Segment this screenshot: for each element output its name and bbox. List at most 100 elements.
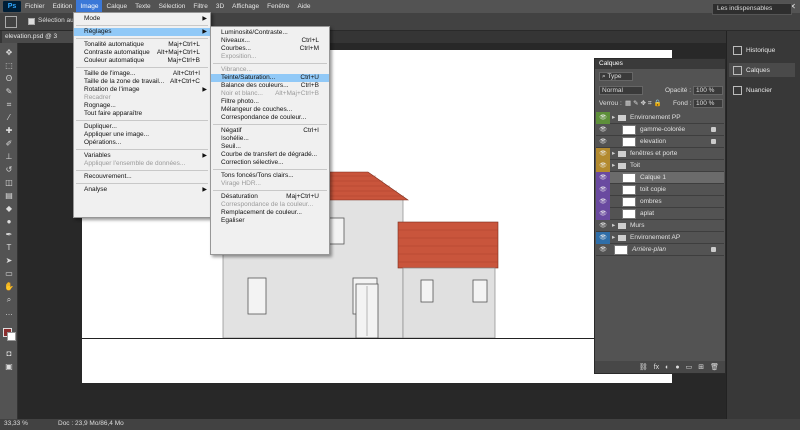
visibility-eye-icon[interactable]: 👁 bbox=[596, 136, 610, 148]
group-toggle-icon[interactable]: ▸ bbox=[612, 220, 615, 232]
image-menu-item-recouvrement[interactable]: Recouvrement... bbox=[74, 173, 210, 181]
image-menu-item-contraste-automatique[interactable]: Contraste automatique Alt+Maj+Ctrl+L bbox=[74, 49, 210, 57]
crop-tool-icon[interactable]: ⌗ bbox=[3, 99, 15, 110]
visibility-eye-icon[interactable]: 👁 bbox=[596, 184, 610, 196]
image-menu-item-operations[interactable]: Opérations... bbox=[74, 139, 210, 147]
more-tools-icon[interactable]: … bbox=[3, 307, 15, 318]
move-tool-icon[interactable]: ✥ bbox=[3, 47, 15, 58]
layer-row[interactable]: 👁 ombres bbox=[596, 196, 724, 208]
adjustments-item-teinte-saturation[interactable]: Teinte/Saturation... Ctrl+U bbox=[211, 74, 329, 82]
lock-icons[interactable]: ▦✎✥⌗🔒 bbox=[625, 99, 664, 108]
adjustments-item-vibrance[interactable]: Vibrance... bbox=[211, 66, 329, 74]
adjustments-item-courbe-de-transfert-de-degrade[interactable]: Courbe de transfert de dégradé... bbox=[211, 151, 329, 159]
adjustments-item-luminosite-contraste[interactable]: Luminosité/Contraste... bbox=[211, 29, 329, 37]
zoom-level[interactable]: 33,33 % bbox=[4, 420, 28, 427]
image-menu-item-appliquer-une-image[interactable]: Appliquer une image... bbox=[74, 131, 210, 139]
pen-tool-icon[interactable]: ✒ bbox=[3, 229, 15, 240]
adjustments-item-tons-fonces-tons-clairs[interactable]: Tons foncés/Tons clairs... bbox=[211, 172, 329, 180]
healing-tool-icon[interactable]: ✚ bbox=[3, 125, 15, 136]
quick-select-tool-icon[interactable]: ✎ bbox=[3, 86, 15, 97]
layer-row[interactable]: 👁 Arrière-plan bbox=[596, 244, 724, 256]
strip-item-layers[interactable]: Calques bbox=[729, 63, 795, 77]
visibility-eye-icon[interactable]: 👁 bbox=[596, 232, 610, 244]
image-menu-item-tout-faire-apparaitre[interactable]: Tout faire apparaître bbox=[74, 110, 210, 118]
add-mask-icon[interactable]: ◐ bbox=[665, 364, 669, 371]
blend-mode-select[interactable]: Normal bbox=[599, 86, 643, 95]
adjustments-item-negatif[interactable]: Négatif Ctrl+I bbox=[211, 127, 329, 135]
new-layer-icon[interactable]: ⊞ bbox=[698, 363, 704, 371]
image-menu-item-taille-de-la-zone-de-travail[interactable]: Taille de la zone de travail... Alt+Ctrl+… bbox=[74, 78, 210, 86]
adjustments-item-virage-hdr[interactable]: Virage HDR... bbox=[211, 180, 329, 188]
layer-row[interactable]: 👁 aplat bbox=[596, 208, 724, 220]
menu-fichier[interactable]: Fichier bbox=[21, 0, 49, 13]
layer-row[interactable]: 👁 Calque 1 bbox=[596, 172, 724, 184]
menu-affichage[interactable]: Affichage bbox=[228, 0, 263, 13]
type-tool-icon[interactable]: T bbox=[3, 242, 15, 253]
gradient-tool-icon[interactable]: ▤ bbox=[3, 190, 15, 201]
visibility-eye-icon[interactable]: 👁 bbox=[596, 124, 610, 136]
adjustment-layer-icon[interactable]: ● bbox=[675, 364, 679, 371]
adjustments-item-correspondance-de-la-couleur[interactable]: Correspondance de la couleur... bbox=[211, 201, 329, 209]
strip-item-swatches[interactable]: Nuancier bbox=[733, 83, 772, 97]
path-select-tool-icon[interactable]: ➤ bbox=[3, 255, 15, 266]
new-group-icon[interactable]: ▭ bbox=[686, 363, 693, 371]
image-menu-item-dupliquer[interactable]: Dupliquer... bbox=[74, 123, 210, 131]
layer-row[interactable]: 👁 toit copie bbox=[596, 184, 724, 196]
zoom-tool-icon[interactable]: ⌕ bbox=[3, 294, 15, 305]
image-menu-item-taille-de-l-image[interactable]: Taille de l'image... Alt+Ctrl+I bbox=[74, 70, 210, 78]
image-menu-item-rognage[interactable]: Rognage... bbox=[74, 102, 210, 110]
image-menu-item-mode[interactable]: Mode ▶ bbox=[74, 15, 210, 23]
visibility-eye-icon[interactable]: 👁 bbox=[596, 160, 610, 172]
document-info[interactable]: Doc : 23,9 Mo/86,4 Mo bbox=[58, 420, 124, 427]
layer-filter-select[interactable]: ⌕ Type bbox=[599, 72, 633, 81]
hand-tool-icon[interactable]: ✋ bbox=[3, 281, 15, 292]
menu-3d[interactable]: 3D bbox=[212, 0, 228, 13]
opacity-input[interactable]: 100 % bbox=[693, 86, 723, 95]
trash-icon[interactable]: 🗑 bbox=[710, 363, 719, 371]
adjustments-item-egaliser[interactable]: Egaliser bbox=[211, 217, 329, 225]
image-menu-item-tonalite-automatique[interactable]: Tonalité automatique Maj+Ctrl+L bbox=[74, 41, 210, 49]
adjustments-item-courbes[interactable]: Courbes... Ctrl+M bbox=[211, 45, 329, 53]
eraser-tool-icon[interactable]: ◫ bbox=[3, 177, 15, 188]
layer-row[interactable]: 👁 ▸ Environement AP bbox=[596, 232, 724, 244]
visibility-eye-icon[interactable]: 👁 bbox=[596, 148, 610, 160]
menu-fenetre[interactable]: Fenêtre bbox=[263, 0, 293, 13]
adjustments-item-seuil[interactable]: Seuil... bbox=[211, 143, 329, 151]
layer-row[interactable]: 👁 ▸ Murs bbox=[596, 220, 724, 232]
brush-tool-icon[interactable]: ✐ bbox=[3, 138, 15, 149]
layer-row[interactable]: 👁 elevation bbox=[596, 136, 724, 148]
screen-mode-icon[interactable]: ▣ bbox=[3, 361, 15, 372]
image-menu-item-appliquer-l-ensemble-de-donnees[interactable]: Appliquer l'ensemble de données... bbox=[74, 160, 210, 168]
adjustments-item-balance-des-couleurs[interactable]: Balance des couleurs... Ctrl+B bbox=[211, 82, 329, 90]
fx-icon[interactable]: fx bbox=[654, 364, 659, 371]
dodge-tool-icon[interactable]: ● bbox=[3, 216, 15, 227]
visibility-eye-icon[interactable]: 👁 bbox=[596, 208, 610, 220]
auto-select-checkbox[interactable] bbox=[28, 18, 35, 25]
image-menu-item-analyse[interactable]: Analyse ▶ bbox=[74, 186, 210, 194]
move-tool-icon[interactable] bbox=[5, 16, 17, 28]
fill-input[interactable]: 100 % bbox=[693, 99, 723, 108]
shape-tool-icon[interactable]: ▭ bbox=[3, 268, 15, 279]
visibility-eye-icon[interactable]: 👁 bbox=[596, 172, 610, 184]
adjustments-item-correspondance-de-couleur[interactable]: Correspondance de couleur... bbox=[211, 114, 329, 122]
adjustments-item-remplacement-de-couleur[interactable]: Remplacement de couleur... bbox=[211, 209, 329, 217]
adjustments-item-exposition[interactable]: Exposition... bbox=[211, 53, 329, 61]
layer-row[interactable]: 👁 ▸ fenêtres et porte bbox=[596, 148, 724, 160]
blur-tool-icon[interactable]: ◆ bbox=[3, 203, 15, 214]
layer-row[interactable]: 👁 ▸ Environement PP bbox=[596, 112, 724, 124]
image-menu-item-variables[interactable]: Variables ▶ bbox=[74, 152, 210, 160]
adjustments-item-niveaux[interactable]: Niveaux... Ctrl+L bbox=[211, 37, 329, 45]
strip-item-history[interactable]: Historique bbox=[733, 43, 775, 57]
history-brush-tool-icon[interactable]: ↺ bbox=[3, 164, 15, 175]
menu-aide[interactable]: Aide bbox=[294, 0, 315, 13]
layer-row[interactable]: 👁 gamme-colorée bbox=[596, 124, 724, 136]
layers-panel-title[interactable]: Calques bbox=[595, 59, 725, 69]
group-toggle-icon[interactable]: ▸ bbox=[612, 232, 615, 244]
image-menu-item-reglages[interactable]: Réglages ▶ bbox=[74, 28, 210, 36]
group-toggle-icon[interactable]: ▸ bbox=[612, 148, 615, 160]
adjustments-item-melangeur-de-couches[interactable]: Mélangeur de couches... bbox=[211, 106, 329, 114]
marquee-tool-icon[interactable]: ⬚ bbox=[3, 60, 15, 71]
visibility-eye-icon[interactable]: 👁 bbox=[596, 112, 610, 124]
group-toggle-icon[interactable]: ▸ bbox=[612, 112, 615, 124]
adjustments-item-isohelie[interactable]: Isohélie... bbox=[211, 135, 329, 143]
